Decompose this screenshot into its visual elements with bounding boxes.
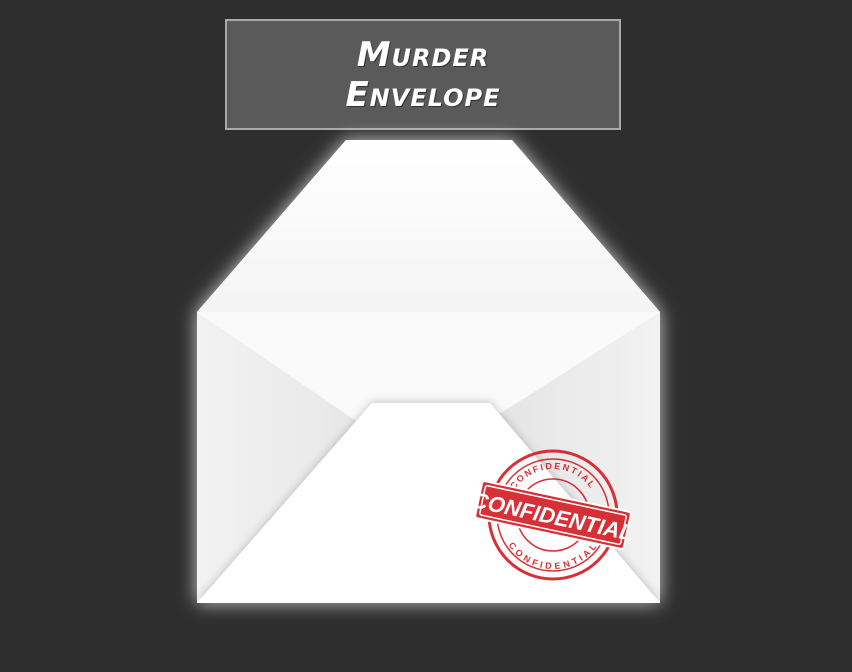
envelope-graphic[interactable]: CONFIDENTIAL CONFIDENTIAL CONFIDENTIAL bbox=[0, 0, 852, 672]
murder-envelope[interactable]: CONFIDENTIAL CONFIDENTIAL CONFIDENTIAL bbox=[0, 0, 852, 672]
game-stage: Murder Envelope CONFIDENTIAL CONFIDENTIA… bbox=[0, 0, 852, 672]
envelope-flap bbox=[197, 140, 660, 312]
